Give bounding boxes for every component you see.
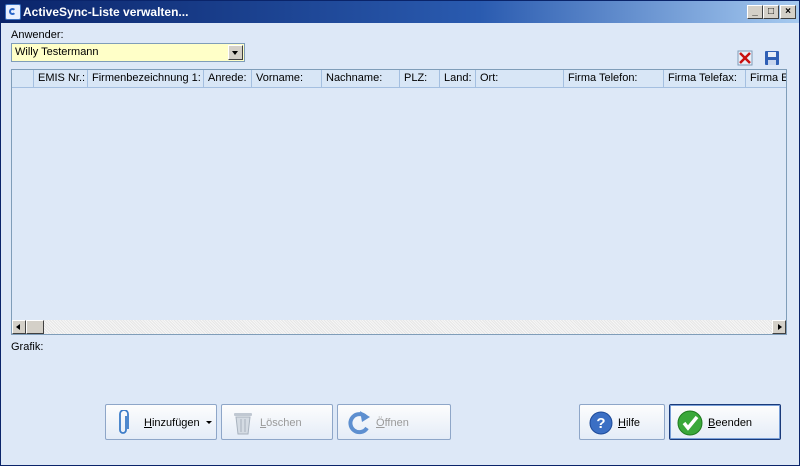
- exit-button[interactable]: Beenden: [669, 404, 781, 440]
- open-button-label: Öffnen: [376, 417, 409, 429]
- add-button-label: Hinzufügen: [144, 417, 200, 429]
- help-button[interactable]: ? Hilfe: [579, 404, 665, 440]
- column-header[interactable]: PLZ:: [400, 70, 440, 87]
- open-button[interactable]: Öffnen: [337, 404, 451, 440]
- grid-header: EMIS Nr.: Firmenbezeichnung 1: Anrede: V…: [12, 70, 786, 88]
- user-select-value: Willy Testermann: [15, 46, 99, 58]
- trash-bin-icon: [234, 413, 252, 435]
- save-floppy-icon[interactable]: [764, 50, 780, 66]
- column-header[interactable]: Land:: [440, 70, 476, 87]
- paperclip-icon: [119, 410, 129, 434]
- app-icon[interactable]: [5, 4, 21, 20]
- column-header[interactable]: Vorname:: [252, 70, 322, 87]
- column-header[interactable]: Firma Telefon:: [564, 70, 664, 87]
- grafik-label: Grafik:: [11, 341, 44, 353]
- column-header[interactable]: Nachname:: [322, 70, 400, 87]
- title-bar[interactable]: ActiveSync-Liste verwalten... _ □ ×: [1, 1, 799, 23]
- main-window: ActiveSync-Liste verwalten... _ □ × Anwe…: [0, 0, 800, 466]
- column-header[interactable]: Firma Telefax:: [664, 70, 746, 87]
- exit-button-label: Beenden: [708, 417, 753, 429]
- close-button[interactable]: ×: [780, 5, 796, 19]
- horizontal-scrollbar[interactable]: [12, 320, 786, 334]
- dropdown-arrow-icon[interactable]: [206, 421, 212, 424]
- user-label: Anwender:: [11, 29, 64, 41]
- user-select[interactable]: Willy Testermann: [11, 43, 245, 62]
- svg-text:?: ?: [596, 415, 605, 432]
- clear-red-x-icon[interactable]: [737, 50, 753, 66]
- column-header[interactable]: Firmenbezeichnung 1:: [88, 70, 204, 87]
- activesync-grid[interactable]: EMIS Nr.: Firmenbezeichnung 1: Anrede: V…: [11, 69, 787, 335]
- scroll-thumb[interactable]: [26, 320, 44, 334]
- help-question-icon: ?: [589, 411, 613, 435]
- checkmark-icon: [677, 410, 703, 436]
- delete-button[interactable]: Löschen: [221, 404, 333, 440]
- maximize-button[interactable]: □: [763, 5, 779, 19]
- column-header[interactable]: Ort:: [476, 70, 564, 87]
- scroll-right-button[interactable]: [772, 320, 786, 334]
- column-header[interactable]: Firma E: [746, 70, 786, 87]
- refresh-arrow-icon: [348, 411, 370, 435]
- delete-button-label: Löschen: [260, 417, 302, 429]
- add-button[interactable]: Hinzufügen: [105, 404, 217, 440]
- help-button-label: Hilfe: [618, 417, 641, 429]
- column-header[interactable]: EMIS Nr.:: [34, 70, 88, 87]
- scroll-left-button[interactable]: [12, 320, 26, 334]
- row-selector-header[interactable]: [12, 70, 34, 87]
- chevron-down-icon[interactable]: [228, 45, 243, 60]
- column-header[interactable]: Anrede:: [204, 70, 252, 87]
- window-title: ActiveSync-Liste verwalten...: [23, 5, 189, 19]
- minimize-button[interactable]: _: [747, 5, 763, 19]
